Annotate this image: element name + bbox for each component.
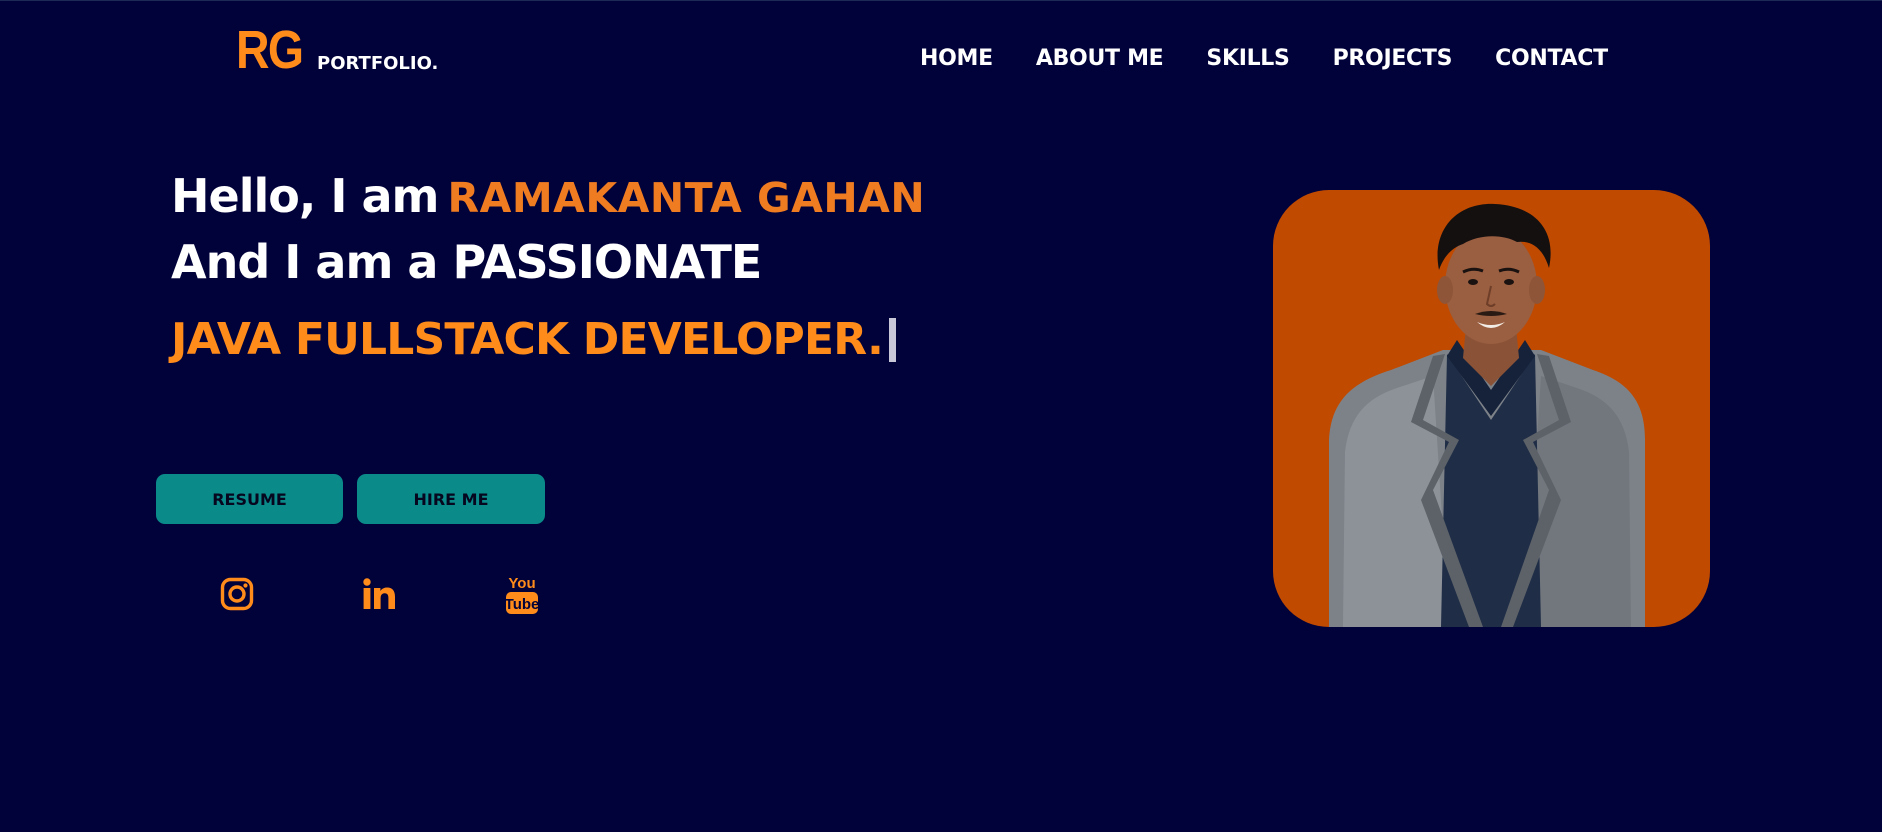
hero-intro: And I am a PASSIONATE [171,235,762,289]
svg-text:You: You [508,575,535,592]
linkedin-icon [363,578,395,609]
linkedin-link[interactable] [359,573,399,615]
logo-text: PORTFOLIO. [317,53,439,74]
portfolio-page: RG PORTFOLIO. HOME ABOUT ME SKILLS PROJE… [0,0,1882,832]
nav-about-me[interactable]: ABOUT ME [1036,46,1164,71]
hero-role: JAVA FULLSTACK DEVELOPER. [171,314,884,365]
nav-skills[interactable]: SKILLS [1206,46,1289,71]
main-nav: HOME ABOUT ME SKILLS PROJECTS CONTACT [920,46,1608,71]
hero-role-line: JAVA FULLSTACK DEVELOPER. [171,314,897,365]
hero-greeting: Hello, I am [171,169,439,223]
instagram-link[interactable] [217,573,257,615]
nav-home[interactable]: HOME [920,46,993,71]
instagram-icon [220,577,254,611]
typing-cursor [889,317,897,362]
site-logo[interactable]: RG PORTFOLIO. [236,20,439,80]
youtube-icon: You Tube [505,575,539,614]
profile-portrait [1329,203,1645,627]
logo-mark: RG [236,20,304,80]
profile-photo [1273,190,1710,627]
hire-me-button[interactable]: HIRE ME [357,474,545,524]
hero-name: RAMAKANTA GAHAN [447,174,926,222]
nav-projects[interactable]: PROJECTS [1333,46,1453,71]
resume-button[interactable]: RESUME [156,474,343,524]
nav-contact[interactable]: CONTACT [1495,46,1608,71]
youtube-link[interactable]: You Tube [502,573,542,615]
svg-text:Tube: Tube [505,596,539,613]
hero-greeting-line: Hello, I am RAMAKANTA GAHAN [171,169,925,223]
